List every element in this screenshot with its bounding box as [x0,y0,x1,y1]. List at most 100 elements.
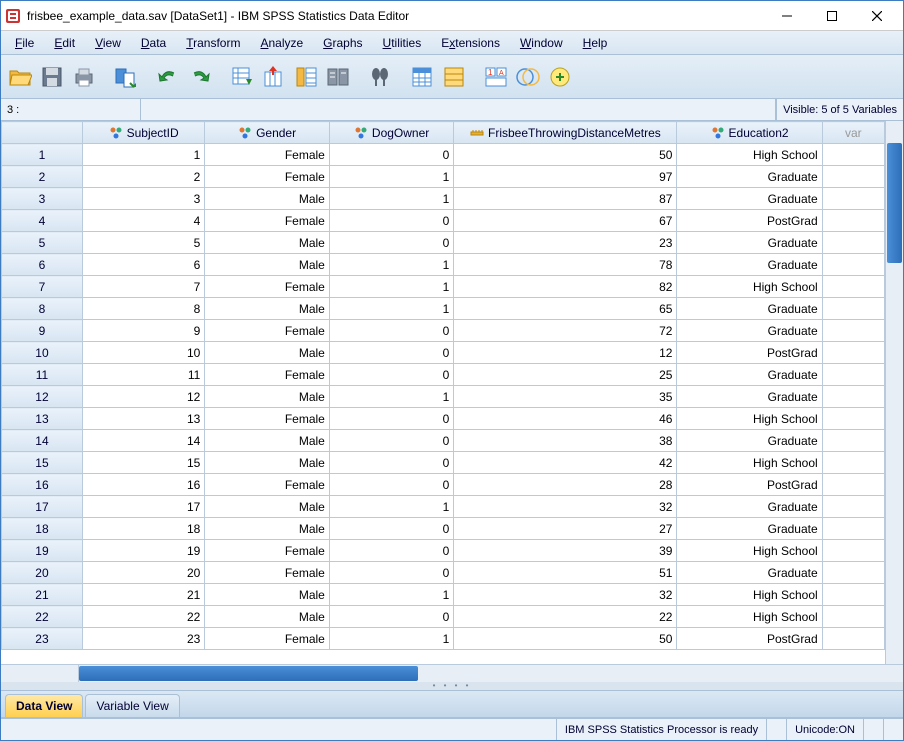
cell-subjectid[interactable]: 2 [82,166,204,188]
cell-frisbee[interactable]: 67 [454,210,677,232]
customize-toolbar-button[interactable] [545,62,575,92]
cell-gender[interactable]: Male [205,496,330,518]
cell-education[interactable]: High School [677,452,822,474]
cell-empty[interactable] [822,606,884,628]
cell-empty[interactable] [822,584,884,606]
menu-data[interactable]: Data [131,34,176,52]
cell-subjectid[interactable]: 22 [82,606,204,628]
value-labels-button[interactable]: 1A [481,62,511,92]
close-button[interactable] [854,2,899,30]
cell-frisbee[interactable]: 22 [454,606,677,628]
cell-empty[interactable] [822,298,884,320]
cell-gender[interactable]: Female [205,408,330,430]
table-row[interactable]: 1111Female025Graduate [2,364,885,386]
cell-education[interactable]: Graduate [677,518,822,540]
row-header[interactable]: 2 [2,166,83,188]
cell-frisbee[interactable]: 27 [454,518,677,540]
cell-frisbee[interactable]: 28 [454,474,677,496]
cell-dogowner[interactable]: 0 [329,540,454,562]
cell-frisbee[interactable]: 50 [454,628,677,650]
cell-gender[interactable]: Male [205,386,330,408]
cell-dogowner[interactable]: 1 [329,298,454,320]
cell-subjectid[interactable]: 5 [82,232,204,254]
cell-education[interactable]: PostGrad [677,628,822,650]
cell-dogowner[interactable]: 1 [329,166,454,188]
cell-education[interactable]: Graduate [677,188,822,210]
cell-subjectid[interactable]: 12 [82,386,204,408]
cell-frisbee[interactable]: 39 [454,540,677,562]
cell-subjectid[interactable]: 4 [82,210,204,232]
cell-gender[interactable]: Male [205,430,330,452]
table-row[interactable]: 11Female050High School [2,144,885,166]
cell-subjectid[interactable]: 16 [82,474,204,496]
cell-subjectid[interactable]: 1 [82,144,204,166]
cell-dogowner[interactable]: 1 [329,276,454,298]
cell-education[interactable]: Graduate [677,298,822,320]
cell-dogowner[interactable]: 0 [329,518,454,540]
horizontal-scrollbar-thumb[interactable] [79,666,418,681]
cell-gender[interactable]: Male [205,606,330,628]
data-grid[interactable]: SubjectID Gender DogOwner FrisbeeThrowin… [1,121,885,650]
minimize-button[interactable] [764,2,809,30]
cell-value-field[interactable] [141,99,776,120]
row-header[interactable]: 1 [2,144,83,166]
menu-view[interactable]: View [85,34,131,52]
cell-empty[interactable] [822,320,884,342]
cell-education[interactable]: High School [677,540,822,562]
cell-frisbee[interactable]: 25 [454,364,677,386]
cell-subjectid[interactable]: 23 [82,628,204,650]
cell-dogowner[interactable]: 0 [329,452,454,474]
row-header[interactable]: 11 [2,364,83,386]
cell-frisbee[interactable]: 35 [454,386,677,408]
cell-dogowner[interactable]: 0 [329,474,454,496]
cell-dogowner[interactable]: 1 [329,254,454,276]
column-header-subjectid[interactable]: SubjectID [82,122,204,144]
menu-file[interactable]: File [5,34,44,52]
cell-dogowner[interactable]: 0 [329,144,454,166]
menu-help[interactable]: Help [573,34,618,52]
cell-gender[interactable]: Female [205,474,330,496]
cell-gender[interactable]: Female [205,276,330,298]
vertical-scrollbar-thumb[interactable] [887,143,902,263]
cell-empty[interactable] [822,474,884,496]
insert-cases-button[interactable] [407,62,437,92]
table-row[interactable]: 2323Female150PostGrad [2,628,885,650]
cell-gender[interactable]: Male [205,232,330,254]
row-header[interactable]: 22 [2,606,83,628]
grid-corner[interactable] [2,122,83,144]
row-header[interactable]: 16 [2,474,83,496]
cell-empty[interactable] [822,408,884,430]
find-button[interactable] [365,62,395,92]
row-header[interactable]: 23 [2,628,83,650]
table-row[interactable]: 22Female197Graduate [2,166,885,188]
cell-gender[interactable]: Male [205,518,330,540]
cell-empty[interactable] [822,364,884,386]
cell-frisbee[interactable]: 78 [454,254,677,276]
cell-empty[interactable] [822,562,884,584]
cell-empty[interactable] [822,232,884,254]
cell-frisbee[interactable]: 51 [454,562,677,584]
splitter-gripper[interactable]: • • • • [1,682,903,690]
cell-education[interactable]: Graduate [677,430,822,452]
cell-education[interactable]: High School [677,584,822,606]
table-row[interactable]: 2222Male022High School [2,606,885,628]
menu-window[interactable]: Window [510,34,573,52]
column-header-frisbee[interactable]: FrisbeeThrowingDistanceMetres [454,122,677,144]
table-row[interactable]: 1717Male132Graduate [2,496,885,518]
row-header[interactable]: 20 [2,562,83,584]
menu-edit[interactable]: Edit [44,34,85,52]
cell-frisbee[interactable]: 97 [454,166,677,188]
cell-empty[interactable] [822,628,884,650]
menu-transform[interactable]: Transform [176,34,250,52]
cell-empty[interactable] [822,188,884,210]
cell-frisbee[interactable]: 32 [454,584,677,606]
cell-education[interactable]: Graduate [677,232,822,254]
recall-dialog-button[interactable] [111,62,141,92]
cell-gender[interactable]: Female [205,628,330,650]
cell-dogowner[interactable]: 0 [329,342,454,364]
cell-gender[interactable]: Female [205,144,330,166]
table-row[interactable]: 66Male178Graduate [2,254,885,276]
row-header[interactable]: 9 [2,320,83,342]
cell-education[interactable]: PostGrad [677,474,822,496]
table-row[interactable]: 2121Male132High School [2,584,885,606]
